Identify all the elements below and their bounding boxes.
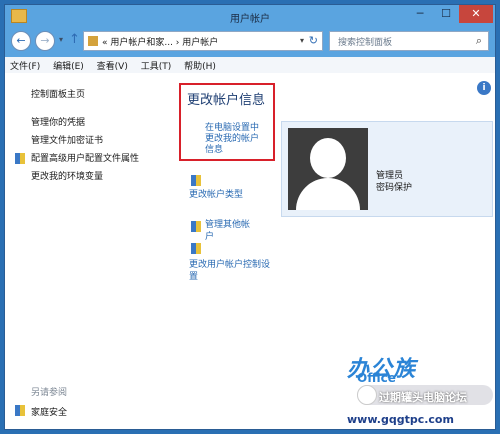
shield-icon (191, 221, 201, 232)
sidebar-item-env-vars[interactable]: 更改我的环境变量 (31, 169, 103, 182)
close-button[interactable]: ✕ (459, 5, 493, 23)
page-title: 更改帐户信息 (187, 93, 266, 108)
manage-other-accounts-link[interactable]: 管理其他帐户 (205, 219, 253, 243)
search-field[interactable]: 搜索控制面板 ⌕ (329, 31, 489, 51)
menu-view[interactable]: 查看(V) (92, 57, 133, 74)
minimize-button[interactable]: ─ (407, 5, 433, 23)
info-icon: i (477, 81, 491, 95)
menu-bar: 文件(F) 编辑(E) 查看(V) 工具(T) 帮助(H) (5, 57, 495, 73)
shield-icon (191, 175, 201, 186)
sidebar-item-credentials[interactable]: 管理你的凭据 (31, 115, 85, 128)
watermark-avatar (357, 385, 377, 405)
shield-icon (15, 153, 25, 164)
address-field[interactable]: « 用户帐户和家... › 用户帐户 ▾ ↻ (83, 31, 323, 51)
sidebar-item-family-safety[interactable]: 家庭安全 (31, 405, 67, 418)
watermark-url: www.gqgtpc.com (347, 413, 454, 426)
watermark-sub: Office (357, 371, 396, 385)
pc-settings-link[interactable]: 在电脑设置中更改我的帐户信息 (205, 123, 267, 156)
uac-settings-link[interactable]: 更改用户帐户控制设置 (189, 259, 277, 283)
main-panel: 更改帐户信息 在电脑设置中更改我的帐户信息 更改帐户类型 管理其他帐户 更改用户… (171, 73, 495, 429)
breadcrumb[interactable]: « 用户帐户和家... › 用户帐户 (102, 35, 218, 48)
chevron-down-icon[interactable]: ▾ (59, 35, 63, 44)
navigation-bar: ← → ▾ ↑ « 用户帐户和家... › 用户帐户 ▾ ↻ 搜索控制面板 ⌕ (5, 27, 495, 57)
sidebar-item-home[interactable]: 控制面板主页 (31, 87, 85, 100)
forward-button[interactable]: → (35, 31, 55, 51)
menu-edit[interactable]: 编辑(E) (48, 57, 89, 74)
title-bar: 用户帐户 ─ ☐ ✕ (5, 5, 495, 27)
change-account-type-link[interactable]: 更改帐户类型 (189, 187, 243, 200)
watermark-text: 过期罐头电脑论坛 (379, 391, 467, 404)
user-profile-card: 管理员 密码保护 (281, 121, 493, 217)
search-input[interactable]: 搜索控制面板 (338, 35, 392, 48)
shield-icon (15, 405, 25, 416)
sidebar: 控制面板主页 管理你的凭据 管理文件加密证书 配置高级用户配置文件属性 更改我的… (5, 73, 171, 429)
content-area: 控制面板主页 管理你的凭据 管理文件加密证书 配置高级用户配置文件属性 更改我的… (5, 73, 495, 429)
chevron-down-icon[interactable]: ▾ (300, 36, 304, 45)
up-button[interactable]: ↑ (69, 32, 80, 47)
menu-file[interactable]: 文件(F) (5, 57, 45, 74)
menu-help[interactable]: 帮助(H) (179, 57, 221, 74)
refresh-icon[interactable]: ↻ (309, 34, 318, 47)
menu-tools[interactable]: 工具(T) (136, 57, 177, 74)
search-icon[interactable]: ⌕ (476, 34, 482, 48)
shield-icon (191, 243, 201, 254)
back-button[interactable]: ← (11, 31, 31, 51)
avatar (288, 128, 368, 210)
control-panel-icon (88, 36, 98, 46)
window: 用户帐户 ─ ☐ ✕ ← → ▾ ↑ « 用户帐户和家... › 用户帐户 ▾ … (4, 4, 496, 430)
user-silhouette-icon (310, 138, 346, 178)
see-also-label: 另请参阅 (31, 388, 68, 398)
sidebar-item-certificates[interactable]: 管理文件加密证书 (31, 133, 103, 146)
password-status: 密码保护 (376, 183, 413, 193)
sidebar-item-profile-properties[interactable]: 配置高级用户配置文件属性 (31, 151, 139, 164)
maximize-button[interactable]: ☐ (433, 5, 459, 23)
